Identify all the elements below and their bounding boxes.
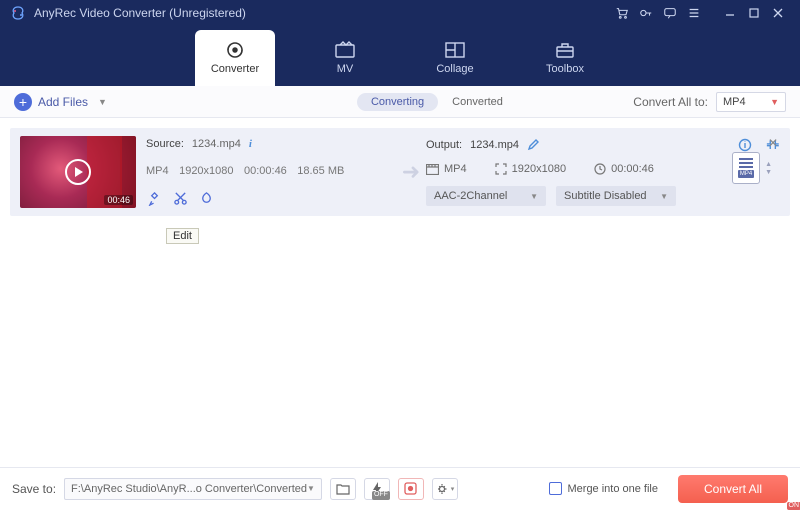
tab-label: MV	[337, 63, 354, 75]
chevron-down-icon[interactable]: ▼	[98, 97, 107, 107]
close-icon[interactable]	[766, 1, 790, 25]
minimize-icon[interactable]	[718, 1, 742, 25]
src-resolution: 1920x1080	[179, 165, 233, 177]
convert-all-label: Convert All	[704, 482, 762, 496]
subtitle-dropdown[interactable]: Subtitle Disabled ▼	[556, 186, 676, 206]
video-thumbnail[interactable]: 00:46	[20, 136, 136, 208]
format-tag: MP4	[738, 170, 754, 178]
source-column: Source: 1234.mp4 i MP4 1920x1080 00:00:4…	[146, 136, 396, 208]
file-list: 00:46 Source: 1234.mp4 i MP4 1920x1080 0…	[0, 118, 800, 467]
titlebar: AnyRec Video Converter (Unregistered)	[0, 0, 800, 26]
chevron-down-icon: ▼	[307, 484, 315, 493]
tab-collage[interactable]: Collage	[415, 30, 495, 86]
audio-dropdown[interactable]: AAC-2Channel ▼	[426, 186, 546, 206]
info-icon[interactable]: i	[249, 138, 252, 150]
key-icon[interactable]	[634, 1, 658, 25]
tab-label: Converter	[211, 63, 259, 75]
save-path-value: F:\AnyRec Studio\AnyR...o Converter\Conv…	[71, 483, 307, 495]
media-info-icon[interactable]	[738, 138, 752, 152]
output-filename: 1234.mp4	[470, 139, 519, 151]
src-size: 18.65 MB	[297, 165, 344, 177]
app-title: AnyRec Video Converter (Unregistered)	[34, 6, 246, 20]
rename-icon[interactable]	[527, 139, 539, 151]
browse-folder-button[interactable]	[330, 478, 356, 500]
resolution-icon	[495, 163, 507, 175]
save-to-label: Save to:	[12, 482, 56, 496]
footer: Save to: F:\AnyRec Studio\AnyR...o Conve…	[0, 467, 800, 509]
out-duration: 00:00:46	[611, 163, 654, 175]
checkbox-icon	[549, 482, 562, 495]
tab-label: Toolbox	[546, 63, 584, 75]
add-files-button[interactable]: + Add Files ▼	[14, 93, 107, 111]
source-label: Source:	[146, 138, 184, 150]
seg-converting[interactable]: Converting	[357, 93, 438, 111]
chevron-down-icon: ▼	[770, 97, 779, 107]
clock-icon	[594, 163, 606, 175]
audio-value: AAC-2Channel	[434, 190, 507, 202]
out-resolution: 1920x1080	[512, 163, 566, 175]
collage-icon	[444, 41, 466, 59]
merge-label: Merge into one file	[568, 483, 659, 495]
output-column: Output: 1234.mp4 MP4 1920x1080 00:00:46 …	[426, 136, 780, 208]
output-format-button[interactable]: MP4	[732, 152, 760, 184]
menu-icon[interactable]	[682, 1, 706, 25]
format-icon	[739, 158, 753, 168]
arrow-icon: ➜	[396, 136, 426, 208]
gpu-status: OFF	[372, 491, 390, 499]
chevron-down-icon: ▼	[530, 192, 538, 201]
convert-all-to: Convert All to: MP4 ▼	[633, 92, 786, 112]
app-logo-icon	[10, 5, 26, 21]
video-icon	[426, 164, 439, 175]
tab-label: Collage	[436, 63, 473, 75]
file-item: 00:46 Source: 1234.mp4 i MP4 1920x1080 0…	[10, 128, 790, 216]
src-format: MP4	[146, 165, 169, 177]
chevron-down-icon: ▼	[660, 192, 668, 201]
tab-toolbox[interactable]: Toolbox	[525, 30, 605, 86]
move-down-icon[interactable]: ▼	[765, 169, 772, 176]
convert-all-to-label: Convert All to:	[633, 95, 708, 109]
convert-all-button[interactable]: Convert All	[678, 475, 788, 503]
source-filename: 1234.mp4	[192, 138, 241, 150]
high-speed-button[interactable]: ON	[398, 478, 424, 500]
settings-button[interactable]: ▾	[432, 478, 458, 500]
maximize-icon[interactable]	[742, 1, 766, 25]
seg-converted[interactable]: Converted	[438, 93, 517, 111]
add-files-label: Add Files	[38, 95, 88, 109]
format-value: MP4	[723, 96, 746, 108]
thumb-duration: 00:46	[104, 195, 133, 205]
cart-icon[interactable]	[610, 1, 634, 25]
mv-icon	[334, 41, 356, 59]
out-format: MP4	[444, 163, 467, 175]
plus-icon: +	[14, 93, 32, 111]
enhance-icon[interactable]	[198, 190, 214, 206]
toolbox-icon	[554, 41, 576, 59]
play-icon	[65, 159, 91, 185]
tooltip-edit: Edit	[166, 228, 199, 244]
gpu-accel-button[interactable]: OFF	[364, 478, 390, 500]
src-duration: 00:00:46	[244, 165, 287, 177]
status-segment: Converting Converted	[357, 93, 517, 111]
merge-checkbox[interactable]: Merge into one file	[549, 482, 659, 495]
tab-mv[interactable]: MV	[305, 30, 385, 86]
tab-converter[interactable]: Converter	[195, 30, 275, 86]
source-tools	[146, 190, 396, 206]
subtitle-value: Subtitle Disabled	[564, 190, 647, 202]
source-meta: MP4 1920x1080 00:00:46 18.65 MB	[146, 161, 396, 179]
output-label: Output:	[426, 139, 462, 151]
convert-all-format-dropdown[interactable]: MP4 ▼	[716, 92, 786, 112]
toolbar: + Add Files ▼ Converting Converted Conve…	[0, 86, 800, 118]
cut-icon[interactable]	[172, 190, 188, 206]
format-swap: MP4 ▲ ▼	[732, 152, 772, 184]
save-path-dropdown[interactable]: F:\AnyRec Studio\AnyR...o Converter\Conv…	[64, 478, 322, 500]
move-up-icon[interactable]: ▲	[765, 161, 772, 168]
remove-item-icon[interactable]: ✕	[768, 136, 778, 150]
feedback-icon[interactable]	[658, 1, 682, 25]
edit-icon[interactable]	[146, 190, 162, 206]
main-tabs: Converter MV Collage Toolbox	[0, 26, 800, 86]
converter-icon	[224, 41, 246, 59]
